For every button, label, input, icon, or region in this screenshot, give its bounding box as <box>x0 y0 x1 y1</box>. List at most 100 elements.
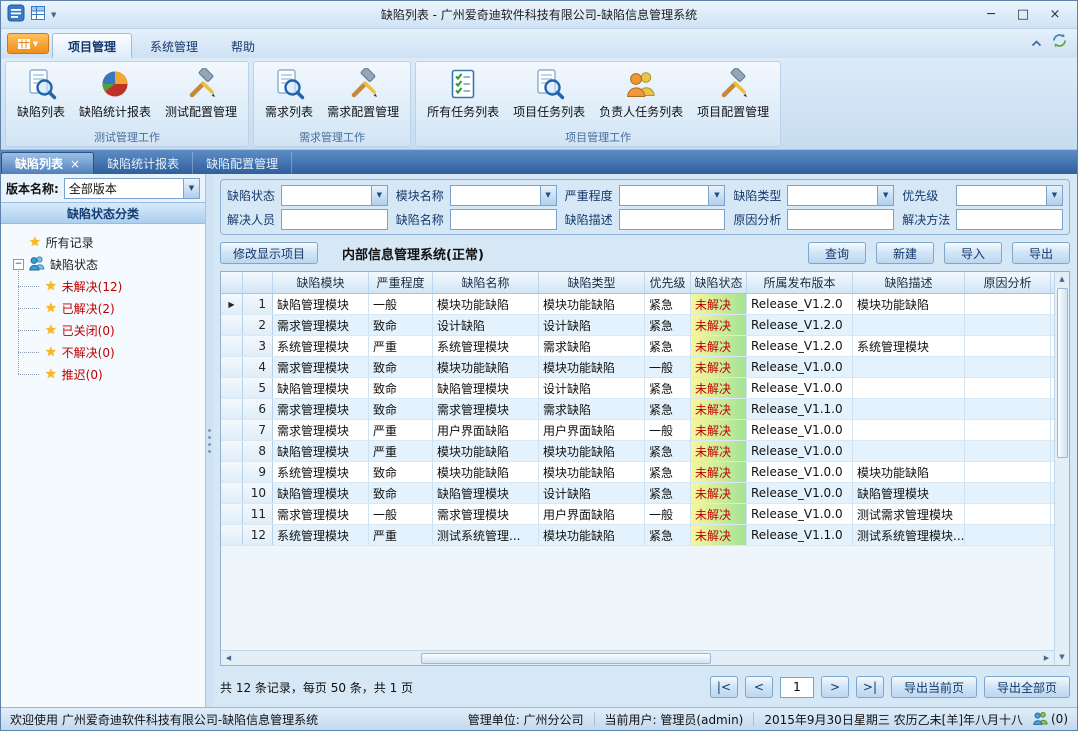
project-tasks-button[interactable]: 项目任务列表 <box>506 66 592 122</box>
dropdown-arrow-icon[interactable]: ▼ <box>877 186 893 205</box>
table-row[interactable]: 2需求管理模块致命设计缺陷设计缺陷紧急未解决Release_V1.2.0 <box>221 315 1054 336</box>
scroll-down-icon[interactable]: ▼ <box>1055 650 1070 665</box>
grid-cell: 系统管理模块 <box>433 336 539 356</box>
grid-view-icon[interactable] <box>30 5 46 25</box>
column-header[interactable]: 严重程度 <box>369 272 433 293</box>
defect-type-select[interactable]: ▼ <box>787 185 894 206</box>
table-row[interactable]: ▶1缺陷管理模块一般模块功能缺陷模块功能缺陷紧急未解决Release_V1.2.… <box>221 294 1054 315</box>
column-header[interactable]: 优先级 <box>645 272 691 293</box>
column-header[interactable]: 缺陷描述 <box>853 272 965 293</box>
dropdown-arrow-icon[interactable]: ▼ <box>708 186 724 205</box>
modify-display-button[interactable]: 修改显示项目 <box>220 242 318 264</box>
defect-status-select[interactable]: ▼ <box>281 185 388 206</box>
defect-name-input[interactable] <box>450 209 557 230</box>
tab-project-management[interactable]: 项目管理 <box>52 33 132 58</box>
quick-access-dropdown-icon[interactable]: ▼ <box>51 11 56 19</box>
page-number-input[interactable] <box>780 677 814 698</box>
tree-item-unresolved[interactable]: ★ 未解决(12) <box>1 275 205 297</box>
table-row[interactable]: 8缺陷管理模块严重模块功能缺陷模块功能缺陷紧急未解决Release_V1.0.0 <box>221 441 1054 462</box>
tree-item-all-records[interactable]: ★ 所有记录 <box>1 231 205 253</box>
scrollbar-thumb[interactable] <box>421 653 711 664</box>
table-row[interactable]: 9系统管理模块致命模块功能缺陷模块功能缺陷紧急未解决Release_V1.0.0… <box>221 462 1054 483</box>
priority-select[interactable]: ▼ <box>956 185 1063 206</box>
collapse-icon[interactable]: − <box>13 259 24 270</box>
table-row[interactable]: 6需求管理模块致命需求管理模块需求缺陷紧急未解决Release_V1.1.0 <box>221 399 1054 420</box>
table-row[interactable]: 12系统管理模块严重测试系统管理...模块功能缺陷紧急未解决Release_V1… <box>221 525 1054 546</box>
column-header[interactable]: 缺陷类型 <box>539 272 645 293</box>
export-all-pages-button[interactable]: 导出全部页 <box>984 676 1070 698</box>
tab-system-management[interactable]: 系统管理 <box>135 35 213 58</box>
last-page-button[interactable]: >| <box>856 676 884 698</box>
table-row[interactable]: 3系统管理模块严重系统管理模块需求缺陷紧急未解决Release_V1.2.0系统… <box>221 336 1054 357</box>
close-button[interactable]: × <box>1039 4 1071 26</box>
filter-severity: 严重程度 ▼ <box>565 185 726 206</box>
cause-analysis-input[interactable] <box>787 209 894 230</box>
doc-tab-defect-report[interactable]: 缺陷统计报表 <box>94 152 193 174</box>
splitter[interactable] <box>206 174 213 707</box>
next-page-button[interactable]: > <box>821 676 849 698</box>
defect-desc-input[interactable] <box>619 209 726 230</box>
row-selector-cell <box>221 378 243 398</box>
grid-cell: Release_V1.0.0 <box>747 420 853 440</box>
scroll-up-icon[interactable]: ▲ <box>1055 272 1070 287</box>
new-button[interactable]: 新建 <box>876 242 934 264</box>
requirement-config-button[interactable]: 需求配置管理 <box>320 66 406 122</box>
vertical-scrollbar[interactable]: ▲ ▼ <box>1054 272 1069 665</box>
grid-cell: 严重 <box>369 525 433 545</box>
dropdown-arrow-icon[interactable]: ▼ <box>183 179 199 198</box>
online-users-icon <box>1033 711 1048 728</box>
requirement-list-button[interactable]: 需求列表 <box>258 66 320 122</box>
defect-list-button[interactable]: 缺陷列表 <box>10 66 72 122</box>
column-header[interactable]: 所属发布版本 <box>747 272 853 293</box>
column-header[interactable]: 缺陷名称 <box>433 272 539 293</box>
solution-input[interactable] <box>956 209 1063 230</box>
scroll-right-icon[interactable]: ▶ <box>1039 651 1054 666</box>
resolver-input[interactable] <box>281 209 388 230</box>
grid-cell: 致命 <box>369 462 433 482</box>
export-button[interactable]: 导出 <box>1012 242 1070 264</box>
table-row[interactable]: 7需求管理模块严重用户界面缺陷用户界面缺陷一般未解决Release_V1.0.0 <box>221 420 1054 441</box>
dropdown-arrow-icon[interactable]: ▼ <box>1046 186 1062 205</box>
tree-item-resolved[interactable]: ★ 已解决(2) <box>1 297 205 319</box>
column-header[interactable]: 原因分析 <box>965 272 1051 293</box>
titlebar[interactable]: ▼ 缺陷列表 - 广州爱奇迪软件科技有限公司-缺陷信息管理系统 ─ □ × <box>1 1 1077 29</box>
table-row[interactable]: 11需求管理模块一般需求管理模块用户界面缺陷一般未解决Release_V1.0.… <box>221 504 1054 525</box>
table-row[interactable]: 5缺陷管理模块致命缺陷管理模块设计缺陷紧急未解决Release_V1.0.0 <box>221 378 1054 399</box>
scroll-left-icon[interactable]: ◀ <box>221 651 236 666</box>
module-name-select[interactable]: ▼ <box>450 185 557 206</box>
application-menu-button[interactable]: ▼ <box>7 33 49 54</box>
tab-help[interactable]: 帮助 <box>216 35 270 58</box>
tree-item-defect-status[interactable]: − 缺陷状态 <box>1 253 205 275</box>
maximize-button[interactable]: □ <box>1007 4 1039 26</box>
prev-page-button[interactable]: < <box>745 676 773 698</box>
dropdown-arrow-icon[interactable]: ▼ <box>540 186 556 205</box>
owner-tasks-button[interactable]: 负责人任务列表 <box>592 66 690 122</box>
column-header[interactable]: 缺陷状态 <box>691 272 747 293</box>
version-select[interactable]: 全部版本 ▼ <box>64 178 200 199</box>
minimize-button[interactable]: ─ <box>975 4 1007 26</box>
scrollbar-thumb[interactable] <box>1057 288 1068 458</box>
refresh-icon[interactable] <box>1052 33 1067 52</box>
horizontal-scrollbar[interactable]: ◀ ▶ <box>221 650 1054 665</box>
collapse-ribbon-icon[interactable] <box>1031 33 1042 52</box>
project-config-button[interactable]: 项目配置管理 <box>690 66 776 122</box>
defect-report-button[interactable]: 缺陷统计报表 <box>72 66 158 122</box>
dropdown-arrow-icon[interactable]: ▼ <box>371 186 387 205</box>
doc-tab-defect-list[interactable]: 缺陷列表 × <box>1 152 94 174</box>
doc-tab-defect-config[interactable]: 缺陷配置管理 <box>193 152 292 174</box>
first-page-button[interactable]: |< <box>710 676 738 698</box>
tree-item-closed[interactable]: ★ 已关闭(0) <box>1 319 205 341</box>
query-button[interactable]: 查询 <box>808 242 866 264</box>
import-button[interactable]: 导入 <box>944 242 1002 264</box>
close-tab-icon[interactable]: × <box>70 157 80 171</box>
table-row[interactable]: 4需求管理模块致命模块功能缺陷模块功能缺陷一般未解决Release_V1.0.0 <box>221 357 1054 378</box>
test-config-button[interactable]: 测试配置管理 <box>158 66 244 122</box>
all-tasks-button[interactable]: 所有任务列表 <box>420 66 506 122</box>
tree-item-wontfix[interactable]: ★ 不解决(0) <box>1 341 205 363</box>
group-label: 项目管理工作 <box>416 129 780 146</box>
tree-item-postponed[interactable]: ★ 推迟(0) <box>1 363 205 385</box>
table-row[interactable]: 10缺陷管理模块致命缺陷管理模块设计缺陷紧急未解决Release_V1.0.0缺… <box>221 483 1054 504</box>
column-header[interactable]: 缺陷模块 <box>273 272 369 293</box>
export-current-page-button[interactable]: 导出当前页 <box>891 676 977 698</box>
severity-select[interactable]: ▼ <box>619 185 726 206</box>
